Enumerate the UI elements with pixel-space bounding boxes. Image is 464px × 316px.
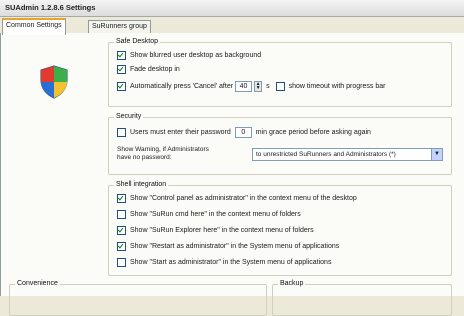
tab-surunners-group[interactable]: SuRunners group [88, 20, 151, 33]
convenience-legend: Convenience [15, 280, 60, 287]
warning-label-line-1: Show Warning, if Administrators [117, 146, 209, 153]
shell-option-label: Show "Restart as administrator" in the S… [130, 243, 340, 250]
shell-option-label: Show "SuRun Explorer here" in the contex… [130, 227, 314, 234]
auto-cancel-label: Automatically press 'Cancel' after [130, 83, 234, 90]
shell-option-checkbox[interactable] [117, 242, 126, 251]
auto-cancel-seconds-field[interactable]: 40 [235, 81, 253, 92]
show-timeout-checkbox[interactable] [275, 82, 285, 91]
shell-integration-group: Shell integration Show "Control panel as… [108, 181, 452, 276]
password-option[interactable]: Users must enter their password 0 min gr… [117, 127, 371, 138]
spin-arrows-icon[interactable]: ▲ ▼ [254, 81, 263, 92]
fade-checkbox[interactable] [117, 65, 126, 74]
shell-option[interactable]: Show "Restart as administrator" in the S… [117, 242, 339, 251]
convenience-group: Convenience [9, 280, 267, 316]
fade-label: Fade desktop in [130, 66, 180, 73]
blurred-bg-label: Show blurred user desktop as background [130, 52, 262, 59]
shell-option-label: Show "Start as administrator" in the Sys… [130, 259, 332, 266]
shell-integration-legend: Shell integration [114, 181, 169, 188]
backup-group: Backup [272, 280, 452, 316]
auto-cancel-unit: s [266, 83, 270, 90]
blurred-bg-checkbox[interactable] [117, 51, 126, 60]
safe-desktop-group: Safe Desktop Show blurred user desktop a… [108, 38, 452, 107]
fade-option[interactable]: Fade desktop in [117, 65, 180, 74]
grace-period-field[interactable]: 0 [234, 127, 252, 138]
shell-option[interactable]: Show "Control panel as administrator" in… [117, 194, 357, 203]
shell-option-checkbox[interactable] [117, 194, 126, 203]
chevron-down-icon[interactable]: ▼ [431, 149, 442, 160]
shell-option-label: Show "Control panel as administrator" in… [130, 195, 357, 202]
shell-option[interactable]: Show "Start as administrator" in the Sys… [117, 258, 331, 267]
password-label: Users must enter their password [130, 129, 231, 136]
blurred-bg-option[interactable]: Show blurred user desktop as background [117, 51, 261, 60]
safe-desktop-legend: Safe Desktop [114, 38, 161, 45]
shell-option-checkbox[interactable] [117, 226, 126, 235]
tab-common-settings[interactable]: Common Settings [2, 18, 66, 35]
show-timeout-label: show timeout with progress bar [288, 83, 386, 90]
security-group: Security Users must enter their password… [108, 113, 452, 175]
shell-option[interactable]: Show "SuRun Explorer here" in the contex… [117, 226, 314, 235]
password-checkbox[interactable] [117, 128, 126, 137]
title-bar: SUAdmin 1.2.8.6 Settings [0, 0, 464, 17]
window-title: SUAdmin 1.2.8.6 Settings [5, 3, 96, 12]
shell-option-checkbox[interactable] [117, 210, 126, 219]
auto-cancel-checkbox[interactable] [117, 82, 126, 91]
tab-strip: Common Settings SuRunners group [0, 18, 464, 35]
security-legend: Security [114, 113, 144, 120]
backup-legend: Backup [278, 280, 306, 287]
shell-option-checkbox[interactable] [117, 258, 126, 267]
settings-panel: Safe Desktop Show blurred user desktop a… [0, 33, 464, 316]
warning-select[interactable]: to unrestricted SuRunners and Administra… [252, 148, 443, 161]
warning-label: Show Warning, if Administrators have no … [117, 146, 209, 162]
shell-option[interactable]: Show "SuRun cmd here" in the context men… [117, 210, 301, 219]
auto-cancel-option[interactable]: Automatically press 'Cancel' after 40 ▲ ▼… [117, 81, 385, 92]
shield-icon [40, 65, 68, 99]
grace-period-label: min grace period before asking again [255, 129, 371, 136]
warning-select-value: to unrestricted SuRunners and Administra… [256, 151, 396, 158]
warning-label-line-2: have no password: [117, 154, 172, 161]
shell-option-label: Show "SuRun cmd here" in the context men… [130, 211, 301, 218]
